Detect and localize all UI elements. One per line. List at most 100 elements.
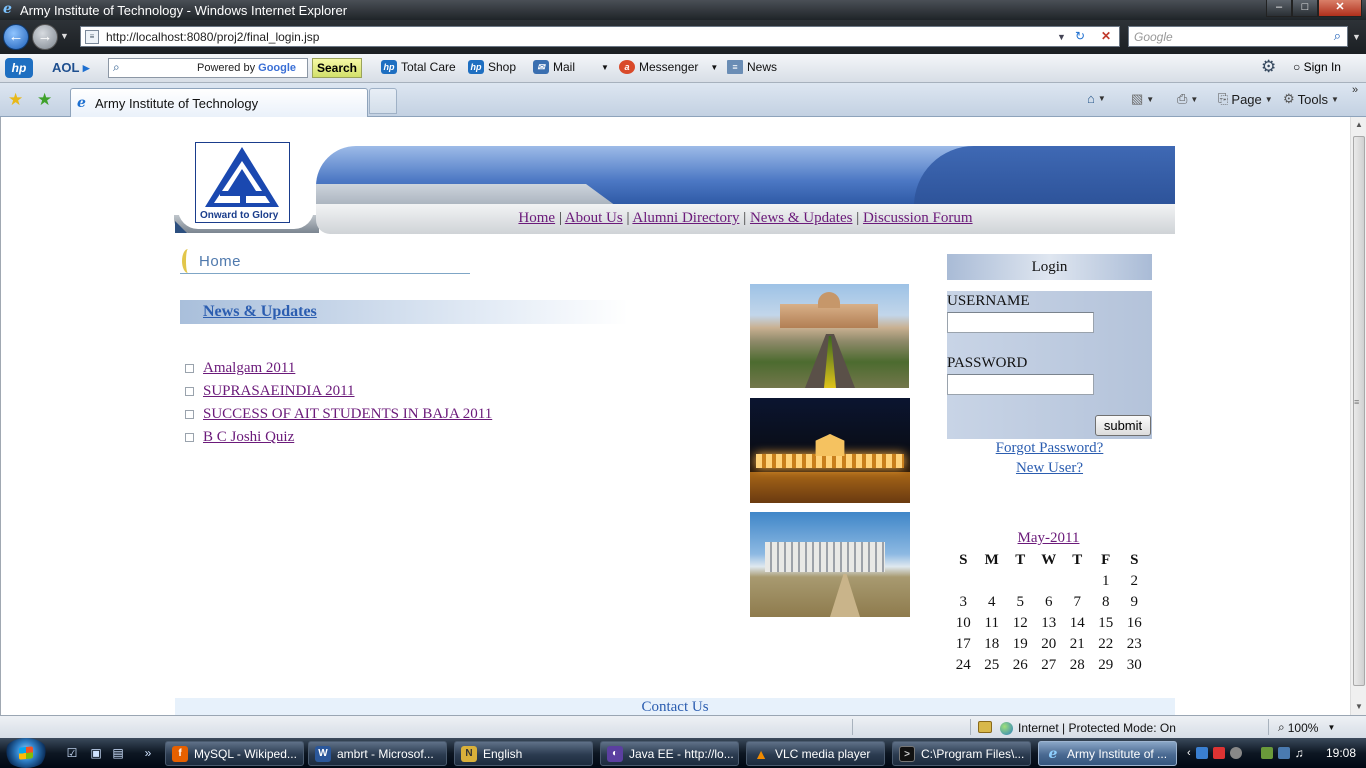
aol-button[interactable]: AOL ▸	[52, 60, 89, 76]
back-button[interactable]: ←	[3, 24, 29, 50]
vertical-scrollbar[interactable]: ▲ ≡ ▼	[1350, 117, 1366, 715]
total-care-button[interactable]: hp Total Care	[381, 60, 456, 74]
add-favorites-icon[interactable]: ★	[37, 90, 52, 110]
mail-dropdown-icon[interactable]: ▼	[601, 63, 609, 72]
clock[interactable]: 19:08	[1326, 746, 1356, 760]
vlc-icon: ▲	[754, 745, 768, 762]
address-dropdown-icon[interactable]: ▼	[1057, 32, 1066, 42]
page-menu[interactable]: ⎘ Page ▼	[1218, 91, 1273, 107]
firefox-icon: f	[172, 745, 188, 762]
address-row: ← → ▼ ≡ http://localhost:8080/proj2/fina…	[0, 20, 1366, 54]
forgot-password-link[interactable]: Forgot Password?	[996, 440, 1104, 456]
eclipse-icon: ◐	[607, 745, 623, 762]
scroll-down-icon[interactable]: ▼	[1351, 699, 1366, 715]
task-label: C:\Program Files\...	[921, 746, 1025, 761]
hp-logo-icon[interactable]: hp	[5, 58, 33, 78]
contact-us-link[interactable]: Contact Us	[175, 698, 1175, 715]
search-icon[interactable]: ⌕	[1334, 28, 1341, 44]
news-link-suprasaeindia[interactable]: SUPRASAEINDIA 2011	[203, 383, 355, 400]
tray-sync-icon[interactable]	[1229, 747, 1242, 759]
nav-discussion-forum[interactable]: Discussion Forum	[863, 210, 973, 226]
home-button[interactable]: ⌂ ▼	[1087, 91, 1106, 106]
zoom-control[interactable]: ⌕ 100% ▼	[1278, 720, 1335, 735]
news-button[interactable]: ≡ News	[727, 60, 777, 74]
taskbar-item-notepad[interactable]: N English	[454, 741, 593, 766]
toolbar-search-input[interactable]: ⌕ Powered by Google	[108, 58, 308, 78]
task-label: English	[483, 746, 523, 761]
messenger-dropdown-icon[interactable]: ▼	[710, 63, 718, 72]
shop-button[interactable]: hp Shop	[468, 60, 516, 74]
quicklaunch-more-icon[interactable]: »	[140, 745, 156, 761]
home-dropdown-icon[interactable]: ▼	[1098, 94, 1106, 103]
taskbar-item-eclipse[interactable]: ◐ Java EE - http://lo...	[600, 741, 739, 766]
messenger-button[interactable]: a Messenger ▼	[619, 60, 718, 74]
calendar-month-link[interactable]: May-2011	[1018, 530, 1080, 546]
nav-alumni-directory[interactable]: Alumni Directory	[632, 210, 739, 226]
mail-label: Mail	[553, 60, 576, 74]
mail-button[interactable]: ✉ Mail ▼	[533, 60, 609, 74]
feeds-button[interactable]: ▧ ▼	[1131, 91, 1154, 107]
toolbar-search-button[interactable]: Search	[312, 58, 362, 78]
minimize-button[interactable]: –	[1266, 0, 1292, 17]
nav-news-updates[interactable]: News & Updates	[750, 210, 852, 226]
taskbar-item-vlc[interactable]: ▲ VLC media player	[746, 741, 885, 766]
task-label: ambrt - Microsof...	[337, 746, 434, 761]
start-button[interactable]	[4, 738, 48, 768]
tray-display-icon[interactable]	[1277, 747, 1290, 759]
nav-home[interactable]: Home	[518, 210, 555, 226]
close-button[interactable]: ✕	[1318, 0, 1362, 17]
volume-icon[interactable]: ♫	[1295, 746, 1304, 760]
new-tab-button[interactable]	[369, 88, 397, 114]
tray-app-icon[interactable]	[1212, 747, 1225, 759]
nav-about-us[interactable]: About Us	[565, 210, 623, 226]
search-box[interactable]: Google ⌕	[1128, 26, 1348, 47]
taskbar-item-ie[interactable]: e Army Institute of ...	[1038, 741, 1177, 766]
submit-button[interactable]: submit	[1095, 415, 1151, 436]
more-chevron-icon[interactable]: »	[1352, 84, 1358, 96]
address-bar[interactable]: ≡ http://localhost:8080/proj2/final_logi…	[80, 26, 1120, 47]
scroll-up-icon[interactable]: ▲	[1351, 117, 1366, 133]
feeds-dropdown-icon[interactable]: ▼	[1146, 95, 1154, 104]
quicklaunch-switch-icon[interactable]: ▤	[110, 745, 126, 761]
search-options-dropdown[interactable]: ▼	[1352, 32, 1361, 42]
tray-expand-icon[interactable]: ‹	[1187, 747, 1191, 759]
stop-icon[interactable]: ✕	[1101, 29, 1111, 43]
quicklaunch-explorer-icon[interactable]: ▣	[88, 745, 104, 761]
photo-gate	[815, 434, 845, 456]
news-link-amalgam[interactable]: Amalgam 2011	[203, 360, 295, 377]
site-logo[interactable]: Onward to Glory	[195, 142, 290, 223]
ie-icon: e	[3, 1, 12, 17]
favorites-star-icon[interactable]: ★	[8, 90, 23, 110]
print-dropdown-icon[interactable]: ▼	[1190, 95, 1198, 104]
username-input[interactable]	[947, 312, 1094, 333]
news-link-quiz[interactable]: B C Joshi Quiz	[203, 429, 294, 446]
scroll-thumb[interactable]	[1353, 136, 1365, 686]
news-updates-link[interactable]: News & Updates	[203, 303, 317, 321]
tray-network-icon[interactable]	[1195, 747, 1208, 759]
forward-button[interactable]: →	[32, 24, 58, 50]
address-url[interactable]: http://localhost:8080/proj2/final_login.…	[106, 30, 319, 44]
show-desktop-icon[interactable]: ☑	[64, 745, 80, 761]
news-link-baja[interactable]: SUCCESS OF AIT STUDENTS IN BAJA 2011	[203, 406, 492, 423]
tools-menu[interactable]: ⚙ Tools ▼	[1283, 91, 1339, 107]
tray-battery-icon[interactable]	[1260, 747, 1273, 759]
taskbar-item-firefox[interactable]: f MySQL - Wikiped...	[165, 741, 304, 766]
zoom-dropdown-icon[interactable]: ▼	[1327, 723, 1335, 732]
taskbar-item-cmd[interactable]: > C:\Program Files\...	[892, 741, 1031, 766]
shop-label: Shop	[488, 60, 517, 74]
taskbar-item-word[interactable]: W ambrt - Microsof...	[308, 741, 447, 766]
maximize-button[interactable]: □	[1292, 0, 1318, 17]
tab-army-institute[interactable]: e Army Institute of Technology	[70, 88, 368, 117]
weekday-wed: W	[1041, 552, 1057, 568]
photo-dome	[818, 292, 840, 308]
security-icon[interactable]	[978, 721, 992, 733]
sign-in-button[interactable]: ○ Sign In	[1293, 60, 1341, 74]
gear-icon[interactable]: ⚙	[1261, 57, 1276, 77]
security-zone[interactable]: Internet | Protected Mode: On	[1000, 721, 1176, 735]
zoom-icon: ⌕	[1278, 720, 1285, 734]
password-input[interactable]	[947, 374, 1094, 395]
refresh-icon[interactable]: ↻	[1075, 29, 1085, 43]
print-button[interactable]: ⎙ ▼	[1177, 91, 1198, 107]
new-user-link[interactable]: New User?	[1016, 460, 1083, 476]
recent-pages-dropdown[interactable]: ▼	[60, 31, 69, 41]
